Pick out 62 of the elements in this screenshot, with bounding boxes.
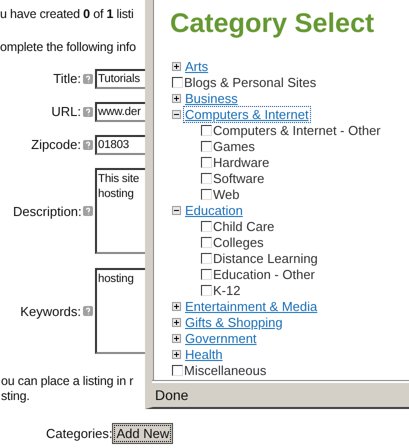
category-label: K-12 bbox=[213, 282, 240, 298]
expand-icon[interactable] bbox=[172, 350, 181, 358]
expand-icon[interactable] bbox=[172, 334, 181, 342]
checkbox[interactable] bbox=[201, 268, 212, 280]
help-icon[interactable] bbox=[83, 306, 93, 316]
expand-icon[interactable] bbox=[172, 62, 181, 70]
instruction-text: omplete the following info bbox=[0, 40, 137, 56]
help-icon[interactable] bbox=[83, 106, 93, 116]
field-label: Description: bbox=[13, 204, 81, 218]
checkbox[interactable] bbox=[201, 124, 212, 136]
categories-label: Categories: bbox=[46, 426, 112, 441]
category-link[interactable]: Arts bbox=[184, 58, 210, 74]
category-link[interactable]: Health bbox=[184, 346, 224, 362]
checkbox[interactable] bbox=[201, 284, 212, 296]
help-icon[interactable] bbox=[83, 206, 93, 216]
expand-icon[interactable] bbox=[172, 94, 181, 102]
text-area[interactable]: This site hosting bbox=[95, 168, 145, 254]
category-link[interactable]: Business bbox=[184, 90, 239, 106]
category-link[interactable]: Education bbox=[184, 202, 244, 218]
category-label: Blogs & Personal Sites bbox=[184, 74, 316, 90]
status-text: Done bbox=[155, 387, 188, 403]
help-icon[interactable] bbox=[83, 74, 93, 84]
text-field[interactable]: Tutorials bbox=[95, 68, 145, 88]
checkbox[interactable] bbox=[201, 188, 212, 200]
note-text: ou can place a listing in r sting. bbox=[1, 374, 134, 404]
collapse-icon[interactable] bbox=[172, 110, 181, 118]
text-field[interactable]: www.der bbox=[95, 102, 145, 122]
checkbox[interactable] bbox=[201, 220, 212, 232]
field-label: Zipcode: bbox=[30, 137, 81, 152]
category-link[interactable]: Entertainment & Media bbox=[184, 298, 318, 314]
category-label: Colleges bbox=[213, 234, 264, 250]
checkbox[interactable] bbox=[201, 172, 212, 184]
checkbox[interactable] bbox=[201, 236, 212, 248]
category-label: Child Care bbox=[213, 218, 274, 234]
category-link[interactable]: Gifts & Shopping bbox=[184, 314, 284, 330]
category-label: Web bbox=[213, 186, 240, 202]
category-label: Software bbox=[213, 170, 264, 186]
checkbox[interactable] bbox=[172, 76, 183, 88]
listing-count-text: u have created 0 of 1 listi bbox=[0, 6, 135, 23]
category-link[interactable]: Computers & Internet bbox=[184, 106, 310, 122]
expand-icon[interactable] bbox=[172, 318, 181, 326]
category-label: Education - Other bbox=[213, 266, 315, 282]
checkbox[interactable] bbox=[172, 364, 183, 376]
field-label: URL: bbox=[50, 104, 81, 119]
add-new-button[interactable]: Add New bbox=[112, 423, 174, 444]
category-label: Computers & Internet - Other bbox=[213, 122, 381, 138]
category-label: Games bbox=[213, 138, 255, 154]
checkbox[interactable] bbox=[201, 252, 212, 264]
text-field[interactable]: 01803 bbox=[95, 134, 145, 154]
category-label: Miscellaneous bbox=[184, 362, 266, 378]
category-label: Distance Learning bbox=[213, 250, 318, 266]
checkbox[interactable] bbox=[201, 156, 212, 168]
expand-icon[interactable] bbox=[172, 302, 181, 310]
popup-title: Category Select bbox=[169, 7, 376, 40]
category-label: Hardware bbox=[213, 154, 270, 170]
text-area[interactable]: hosting bbox=[95, 268, 145, 354]
help-icon[interactable] bbox=[83, 140, 93, 150]
checkbox[interactable] bbox=[201, 140, 212, 152]
field-label: Title: bbox=[52, 71, 81, 86]
category-link[interactable]: Government bbox=[184, 330, 258, 346]
field-label: Keywords: bbox=[19, 304, 81, 318]
collapse-icon[interactable] bbox=[172, 206, 181, 214]
